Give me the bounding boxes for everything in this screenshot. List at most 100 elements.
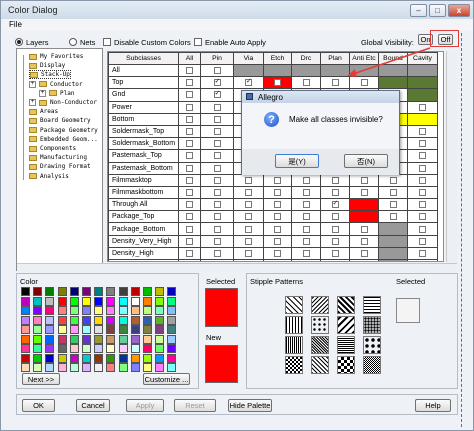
color-swatch[interactable] xyxy=(143,344,152,353)
grid-cell[interactable] xyxy=(291,246,321,261)
color-swatch[interactable] xyxy=(21,363,30,372)
grid-column-header[interactable]: All xyxy=(178,52,201,65)
expand-icon[interactable]: + xyxy=(29,80,36,88)
grid-cell[interactable] xyxy=(263,198,292,212)
visibility-checkbox[interactable] xyxy=(213,128,221,136)
color-swatch[interactable] xyxy=(82,344,91,353)
color-swatch[interactable] xyxy=(69,296,79,306)
grid-cell[interactable] xyxy=(349,210,379,224)
stipple-pattern[interactable] xyxy=(337,336,355,354)
grid-cell[interactable] xyxy=(233,222,264,236)
grid-cell[interactable] xyxy=(349,246,379,261)
color-swatch[interactable] xyxy=(155,296,165,306)
color-swatch[interactable] xyxy=(82,287,91,296)
color-swatch[interactable] xyxy=(45,363,55,372)
visibility-checkbox[interactable] xyxy=(419,164,426,172)
color-swatch[interactable] xyxy=(21,306,30,315)
color-swatch[interactable] xyxy=(57,344,67,353)
visibility-checkbox[interactable] xyxy=(331,176,339,184)
stipple-pattern[interactable] xyxy=(311,316,329,334)
visibility-checkbox[interactable] xyxy=(389,213,397,221)
color-swatch[interactable] xyxy=(57,353,67,363)
color-swatch[interactable] xyxy=(130,353,140,363)
visibility-checkbox[interactable] xyxy=(419,103,426,111)
visibility-checkbox[interactable] xyxy=(331,79,339,87)
visibility-checkbox[interactable] xyxy=(274,213,281,221)
grid-cell[interactable] xyxy=(200,88,234,102)
visibility-checkbox[interactable] xyxy=(302,213,310,221)
grid-cell[interactable] xyxy=(378,173,408,187)
grid-cell[interactable] xyxy=(291,222,321,236)
grid-cell[interactable] xyxy=(407,161,438,175)
grid-cell[interactable] xyxy=(349,198,379,212)
stipple-pattern[interactable] xyxy=(285,336,303,354)
color-swatch[interactable] xyxy=(167,353,177,363)
expand-icon[interactable]: + xyxy=(39,89,46,97)
visibility-checkbox[interactable] xyxy=(186,152,193,160)
color-swatch[interactable] xyxy=(118,344,128,353)
grid-cell[interactable] xyxy=(407,234,438,248)
visibility-checkbox[interactable] xyxy=(245,225,252,233)
color-swatch[interactable] xyxy=(33,334,43,344)
grid-cell[interactable] xyxy=(200,185,234,200)
visibility-checkbox[interactable] xyxy=(389,188,397,196)
grid-cell[interactable] xyxy=(349,222,379,236)
visibility-checkbox[interactable] xyxy=(419,188,426,196)
visibility-checkbox[interactable] xyxy=(245,249,252,257)
grid-cell[interactable] xyxy=(263,246,292,261)
visibility-checkbox[interactable] xyxy=(213,140,221,148)
stipple-pattern[interactable] xyxy=(363,296,381,314)
visibility-checkbox[interactable] xyxy=(213,90,221,99)
color-swatch[interactable] xyxy=(167,363,177,372)
visibility-checkbox[interactable] xyxy=(274,225,281,233)
color-swatch[interactable] xyxy=(155,353,165,363)
color-swatch[interactable] xyxy=(118,353,128,363)
visibility-checkbox[interactable] xyxy=(186,213,193,221)
grid-cell[interactable] xyxy=(378,246,408,261)
visibility-checkbox[interactable] xyxy=(186,176,193,184)
grid-horizontal-scrollbar[interactable] xyxy=(17,263,457,271)
color-swatch[interactable] xyxy=(82,315,91,325)
tree-item[interactable]: Plan xyxy=(49,89,74,98)
color-swatch[interactable] xyxy=(106,363,116,372)
color-swatch[interactable] xyxy=(106,315,116,325)
grid-cell[interactable] xyxy=(233,76,264,90)
visibility-checkbox[interactable] xyxy=(419,152,426,160)
color-swatch[interactable] xyxy=(167,344,177,353)
color-swatch[interactable] xyxy=(45,306,55,315)
color-swatch[interactable] xyxy=(33,287,43,296)
visibility-checkbox[interactable] xyxy=(360,176,368,184)
grid-cell[interactable] xyxy=(200,210,234,224)
hide-palette-button[interactable]: Hide Palette xyxy=(228,399,272,412)
stipple-pattern[interactable] xyxy=(285,296,303,314)
color-swatch[interactable] xyxy=(69,306,79,315)
color-swatch[interactable] xyxy=(130,306,140,315)
color-swatch[interactable] xyxy=(106,287,116,296)
color-swatch[interactable] xyxy=(106,353,116,363)
grid-cell[interactable] xyxy=(233,63,264,78)
visibility-checkbox[interactable] xyxy=(186,249,193,257)
color-swatch[interactable] xyxy=(21,315,30,325)
grid-cell[interactable] xyxy=(407,222,438,236)
color-swatch[interactable] xyxy=(21,344,30,353)
color-swatch[interactable] xyxy=(94,315,104,325)
visibility-checkbox[interactable] xyxy=(302,249,310,257)
grid-cell-all[interactable] xyxy=(178,222,201,236)
color-swatch[interactable] xyxy=(69,363,79,372)
grid-cell[interactable] xyxy=(407,137,438,151)
reset-button[interactable]: Reset xyxy=(174,399,216,412)
color-swatch[interactable] xyxy=(69,344,79,353)
grid-cell[interactable] xyxy=(378,222,408,236)
minimize-button[interactable]: – xyxy=(410,4,427,17)
maximize-button[interactable]: □ xyxy=(429,4,446,17)
color-swatch[interactable] xyxy=(130,296,140,306)
grid-cell[interactable] xyxy=(233,173,264,187)
visibility-checkbox[interactable] xyxy=(213,67,221,75)
tree-item[interactable]: Conductor xyxy=(39,80,83,89)
color-swatch[interactable] xyxy=(57,315,67,325)
tree-item[interactable]: Package Geometry xyxy=(29,126,98,135)
grid-cell[interactable] xyxy=(291,76,321,90)
color-swatch[interactable] xyxy=(82,353,91,363)
tree-item[interactable]: Board Geometry xyxy=(29,116,91,125)
grid-cell[interactable] xyxy=(200,198,234,212)
